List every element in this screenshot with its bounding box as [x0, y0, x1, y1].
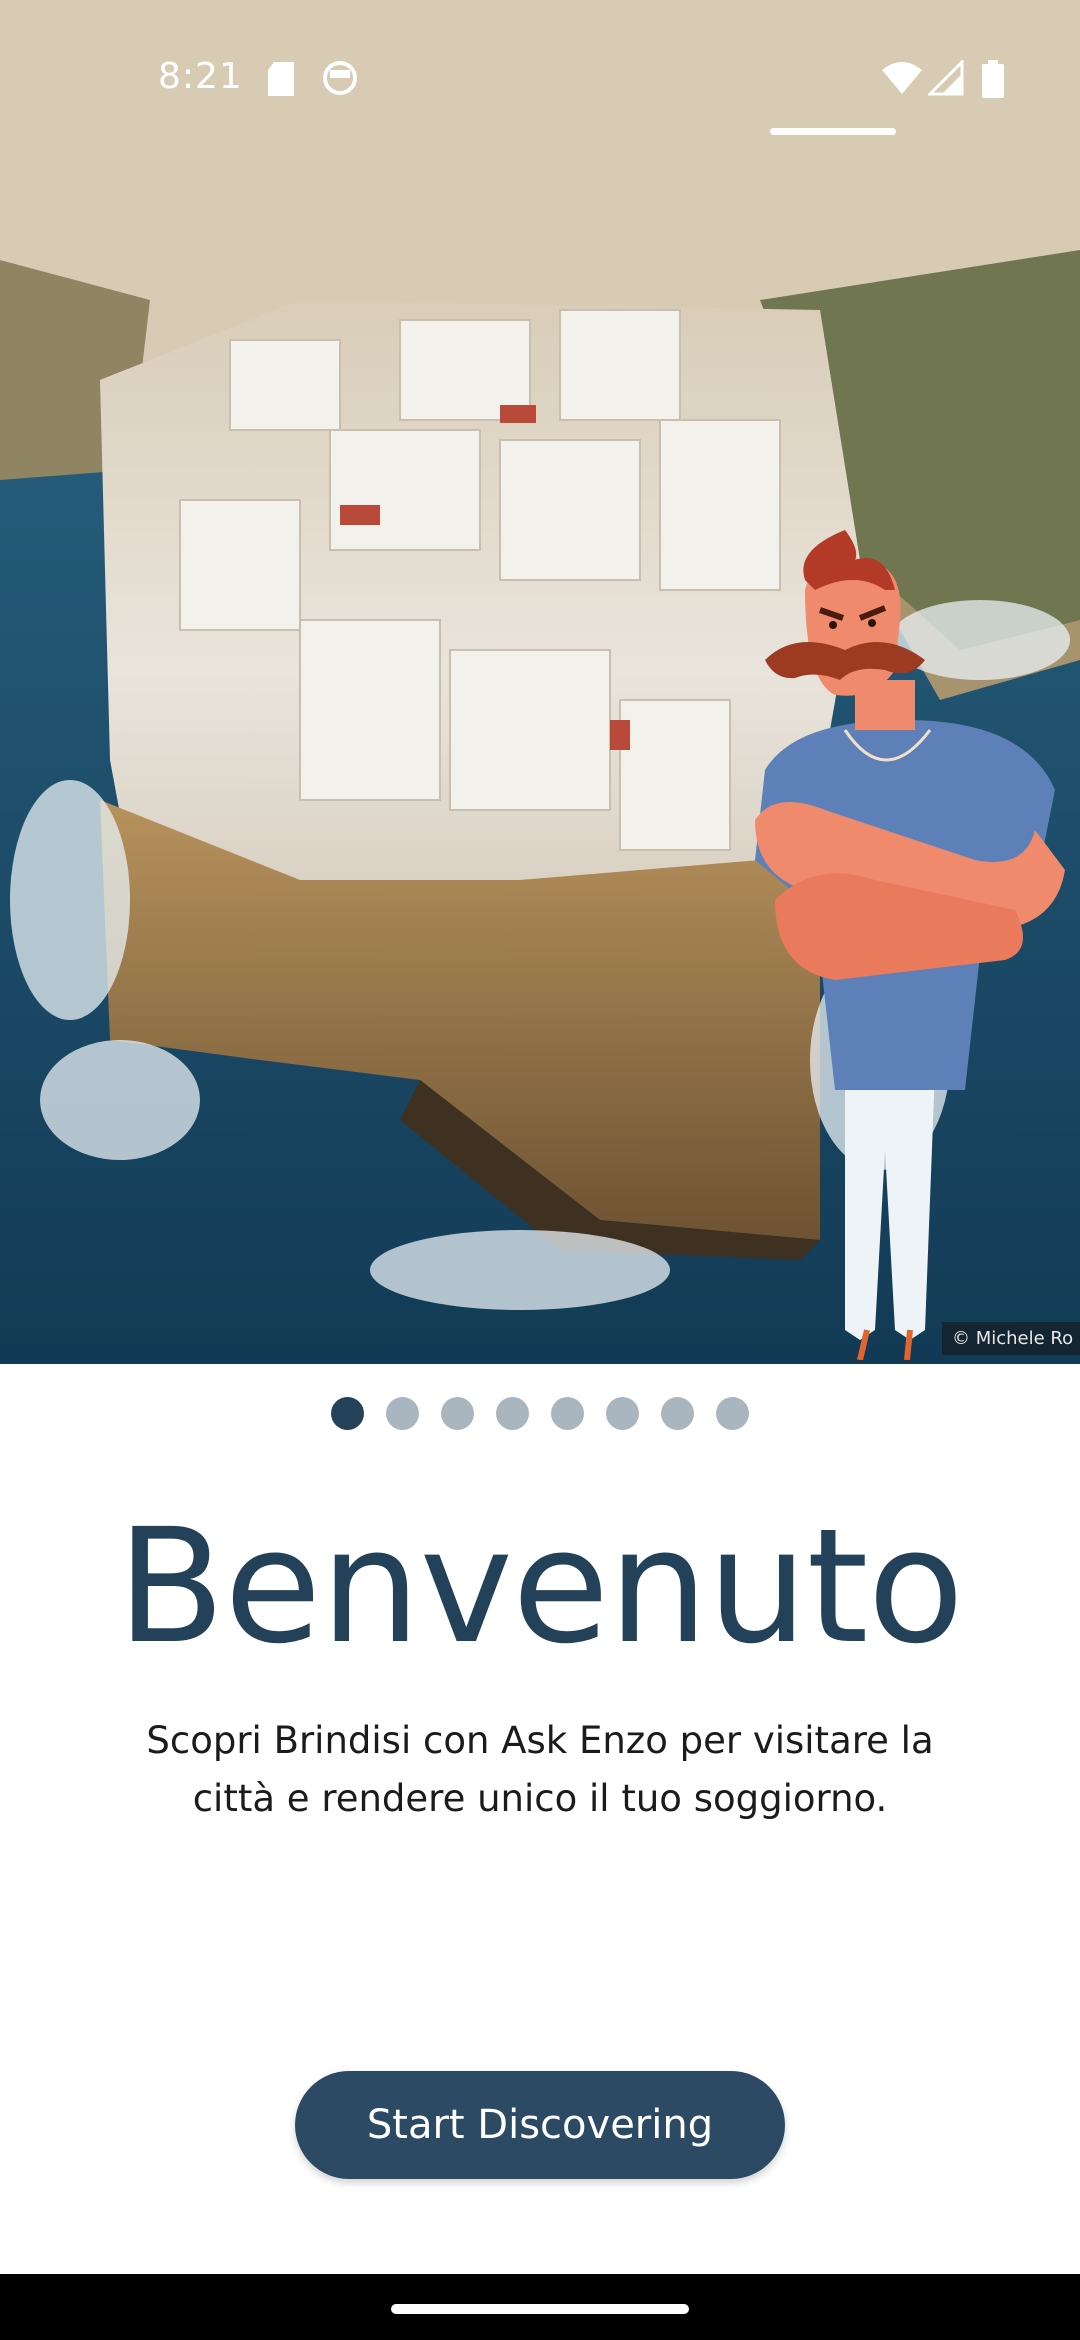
top-indicator-bar [770, 128, 896, 135]
page-dot-5[interactable] [551, 1397, 584, 1430]
sd-card-icon [268, 62, 294, 96]
welcome-title: Benvenuto [116, 1495, 964, 1679]
face-icon [323, 61, 357, 95]
page-dot-1[interactable] [331, 1397, 364, 1430]
page-dot-8[interactable] [716, 1397, 749, 1430]
page-dot-3[interactable] [441, 1397, 474, 1430]
hero-image [0, 0, 1080, 1364]
subtitle-line-2: città e rendere unico il tuo soggiorno. [192, 1777, 888, 1820]
onboarding-screen: 8:21 © Michele Ro Benvenuto Scopri Brind… [0, 0, 1080, 2340]
status-time: 8:21 [158, 56, 243, 97]
wifi-icon [882, 62, 922, 94]
home-gesture-bar[interactable] [391, 2304, 689, 2314]
battery-icon [982, 60, 1004, 98]
photo-credit: © Michele Ro [942, 1322, 1080, 1355]
subtitle-line-1: Scopri Brindisi con Ask Enzo per visitar… [146, 1719, 934, 1762]
page-dot-4[interactable] [496, 1397, 529, 1430]
page-dot-7[interactable] [661, 1397, 694, 1430]
start-discovering-button[interactable]: Start Discovering [295, 2071, 785, 2179]
page-indicator [0, 1397, 1080, 1431]
welcome-subtitle: Scopri Brindisi con Ask Enzo per visitar… [90, 1712, 990, 1828]
status-bar: 8:21 [0, 0, 1080, 136]
mascot-character-illustration [755, 530, 1065, 1360]
page-dot-6[interactable] [606, 1397, 639, 1430]
signal-icon [928, 60, 964, 96]
page-dot-2[interactable] [386, 1397, 419, 1430]
